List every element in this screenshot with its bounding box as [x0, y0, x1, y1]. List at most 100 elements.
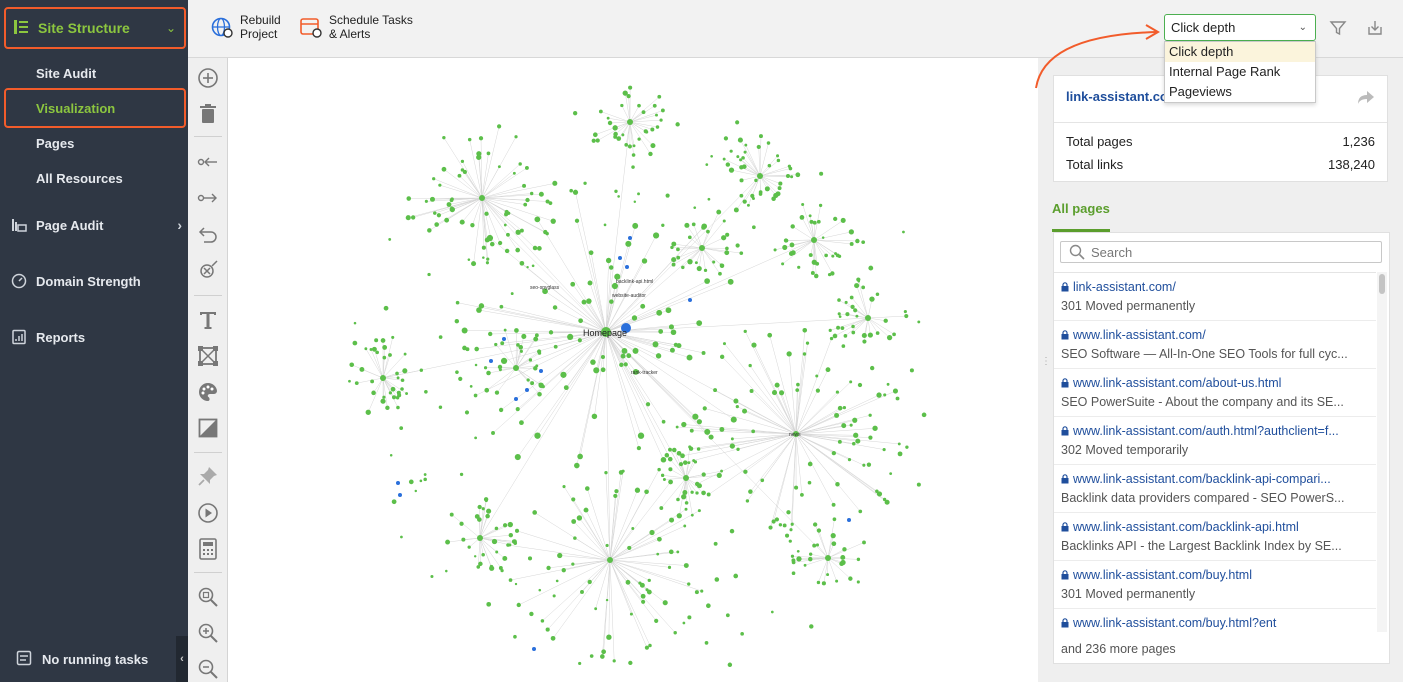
graph-node[interactable]: [849, 242, 854, 246]
graph-node[interactable]: [815, 388, 820, 393]
graph-node[interactable]: [652, 103, 657, 108]
graph-node[interactable]: [560, 371, 567, 378]
graph-node[interactable]: [612, 125, 618, 131]
site-structure-menu[interactable]: Site Structure ⌄: [4, 7, 186, 49]
graph-node[interactable]: [500, 341, 505, 346]
graph-node[interactable]: [764, 186, 770, 192]
graph-node[interactable]: [659, 506, 664, 510]
zoom-out-icon[interactable]: [196, 657, 220, 681]
graph-node[interactable]: [782, 244, 788, 251]
graph-node[interactable]: [569, 188, 573, 193]
graph-node[interactable]: [701, 350, 706, 355]
graph-node[interactable]: [739, 193, 744, 198]
graph-node[interactable]: [811, 259, 817, 265]
graph-node[interactable]: [735, 243, 740, 248]
graph-node[interactable]: [770, 610, 774, 614]
graph-node[interactable]: [676, 513, 682, 519]
graph-node[interactable]: [825, 555, 831, 561]
graph-node[interactable]: [832, 333, 838, 339]
graph-node[interactable]: [631, 315, 638, 321]
graph-node[interactable]: [733, 398, 739, 404]
graph-node[interactable]: [486, 370, 491, 376]
sidebar-section-reports[interactable]: Reports: [10, 328, 182, 346]
graph-node[interactable]: [546, 565, 551, 571]
graph-node[interactable]: [729, 443, 735, 449]
graph-node[interactable]: [837, 254, 842, 258]
page-url[interactable]: www.link-assistant.com/buy.html: [1061, 568, 1376, 582]
graph-node[interactable]: [800, 493, 804, 497]
graph-node[interactable]: [427, 272, 431, 277]
graph-node[interactable]: [423, 473, 427, 476]
graph-node[interactable]: [469, 385, 473, 388]
graph-node[interactable]: [539, 369, 543, 373]
graph-node[interactable]: [476, 307, 482, 313]
graph-node[interactable]: [795, 388, 800, 392]
graph-node[interactable]: [513, 634, 517, 639]
graph-node[interactable]: [815, 374, 819, 378]
graph-node[interactable]: [605, 543, 609, 548]
graph-node[interactable]: [766, 141, 771, 145]
graph-node[interactable]: [399, 426, 404, 430]
graph-node[interactable]: [875, 292, 880, 297]
graph-node[interactable]: [515, 247, 520, 253]
graph-node[interactable]: [531, 264, 535, 268]
graph-node[interactable]: [503, 223, 507, 227]
graph-node[interactable]: [587, 579, 592, 585]
graph-node[interactable]: [669, 517, 675, 523]
graph-node[interactable]: [718, 271, 722, 276]
graph-node[interactable]: [519, 349, 523, 353]
graph-node[interactable]: [688, 445, 692, 449]
graph-node[interactable]: [855, 314, 859, 318]
graph-node[interactable]: [408, 479, 414, 485]
graph-node[interactable]: [659, 118, 663, 122]
graph-node[interactable]: [600, 654, 605, 659]
graph-node[interactable]: [683, 524, 687, 528]
graph-node[interactable]: [552, 594, 556, 598]
graph-node[interactable]: [752, 225, 756, 230]
graph-node[interactable]: [519, 228, 524, 233]
graph-node[interactable]: [433, 211, 437, 215]
graph-node[interactable]: [577, 453, 583, 460]
graph-node[interactable]: [647, 578, 651, 583]
graph-node[interactable]: [714, 577, 720, 582]
graph-node[interactable]: [598, 109, 603, 114]
graph-node[interactable]: [382, 355, 387, 360]
graph-node[interactable]: [683, 475, 689, 481]
graph-node[interactable]: [812, 543, 817, 548]
graph-node[interactable]: [868, 265, 874, 271]
graph-node[interactable]: [572, 110, 578, 116]
graph-node[interactable]: [857, 382, 863, 388]
graph-node[interactable]: [729, 149, 733, 153]
graph-node[interactable]: [841, 423, 847, 429]
graph-node[interactable]: [886, 382, 890, 386]
graph-node[interactable]: [796, 556, 802, 562]
sidebar-item-pages[interactable]: Pages: [36, 136, 74, 151]
graph-node[interactable]: [816, 580, 821, 585]
graph-node[interactable]: [849, 380, 853, 384]
graph-node[interactable]: [461, 537, 466, 542]
graph-node[interactable]: [494, 342, 498, 347]
graph-node[interactable]: [429, 196, 435, 202]
graph-node[interactable]: [730, 437, 734, 441]
graph-node[interactable]: [665, 193, 670, 198]
page-url[interactable]: www.link-assistant.com/auth.html?authcli…: [1061, 424, 1376, 438]
graph-node[interactable]: [586, 298, 592, 304]
graph-node[interactable]: [904, 313, 909, 319]
graph-node[interactable]: [712, 260, 716, 264]
graph-node[interactable]: [867, 332, 873, 338]
graph-node[interactable]: [831, 450, 837, 456]
graph-node[interactable]: [870, 365, 875, 371]
graph-node[interactable]: [538, 191, 544, 197]
graph-node[interactable]: [730, 416, 737, 423]
graph-node[interactable]: [776, 154, 780, 158]
graph-node[interactable]: [851, 330, 856, 335]
graph-node[interactable]: [701, 223, 708, 230]
graph-node[interactable]: [855, 238, 860, 244]
visualize-by-select[interactable]: Click depth ⌄: [1164, 14, 1316, 41]
graph-node[interactable]: [534, 432, 541, 439]
graph-node[interactable]: [667, 565, 672, 569]
graph-node[interactable]: [848, 576, 853, 581]
graph-node[interactable]: [632, 347, 639, 354]
graph-node[interactable]: [467, 545, 471, 549]
graph-node[interactable]: [668, 447, 672, 452]
